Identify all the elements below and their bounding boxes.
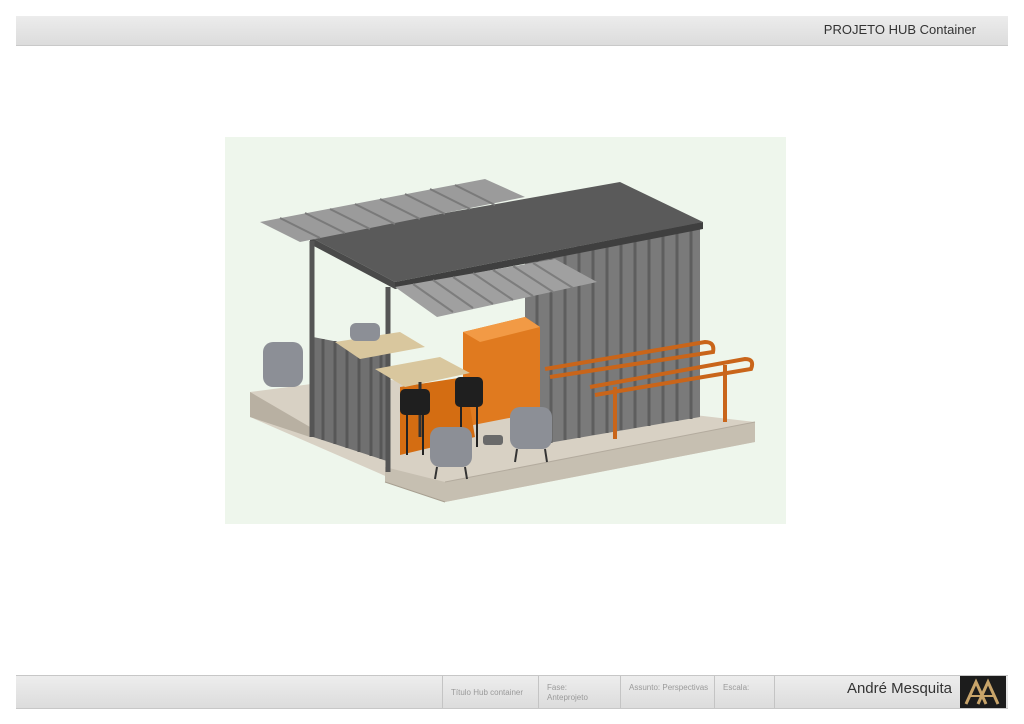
titulo-field: Título Hub container (442, 676, 538, 708)
perspective-render (225, 137, 786, 524)
escala-text: Escala: (723, 683, 750, 692)
author-name: André Mesquita (846, 680, 952, 697)
title-bar: PROJETO HUB Container (16, 16, 1008, 46)
titulo-text: Título Hub container (451, 688, 524, 697)
author-field: André Mesquita (774, 676, 1008, 708)
escala-field: Escala: (714, 676, 774, 708)
assunto-text: Assunto: Perspectivas (629, 683, 709, 692)
fase-label: Fase: (547, 683, 568, 692)
fase-field: Fase: Anteprojeto (538, 676, 620, 708)
project-title: PROJETO HUB Container (823, 22, 976, 37)
title-block: Título Hub container Fase: Anteprojeto A… (16, 675, 1008, 709)
am-logo-icon (960, 676, 1006, 708)
fase-value: Anteprojeto (547, 693, 588, 702)
assunto-field: Assunto: Perspectivas (620, 676, 714, 708)
